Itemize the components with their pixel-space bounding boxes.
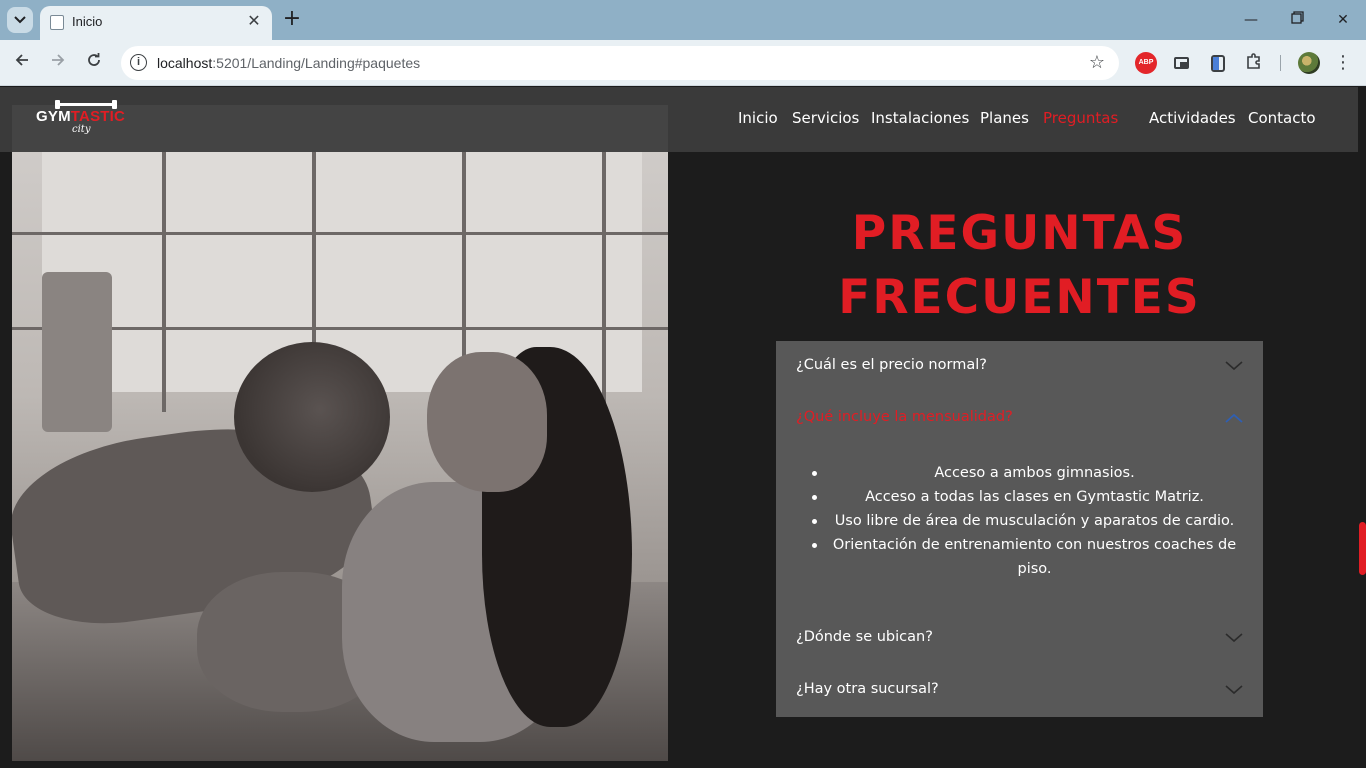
arrow-left-icon [15,54,28,66]
faq-item-precio[interactable]: ¿Cuál es el precio normal? [776,341,1263,393]
tab-search-button[interactable] [7,7,33,33]
faq-question-label: ¿Cuál es el precio normal? [796,357,987,373]
faq-question-label: ¿Hay otra sucursal? [796,681,939,697]
faq-question-label: ¿Qué incluye la mensualidad? [796,409,1013,425]
logo-text-red: TASTIC [70,108,126,125]
medicine-ball [234,342,390,492]
scrollbar-thumb[interactable] [1359,522,1366,575]
close-window-button[interactable]: ✕ [1328,8,1358,32]
url-path: :5201/Landing/Landing#paquetes [212,55,421,71]
list-item: Orientación de entrenamiento con nuestro… [796,533,1243,581]
window-frame [12,232,668,235]
faq-question-label: ¿Dónde se ubican? [796,629,933,645]
close-tab-icon[interactable]: ✕ [244,11,264,31]
restore-icon [1290,11,1304,24]
bookmark-star-icon[interactable]: ☆ [1089,52,1105,73]
browser-tab-strip: Inicio ✕ + — ✕ [0,0,1366,40]
arrow-right-icon [52,54,65,66]
url-text: localhost:5201/Landing/Landing#paquetes [157,55,420,71]
nav-contacto[interactable]: Contacto [1248,109,1316,127]
puzzle-icon [1247,53,1260,69]
browser-toolbar: i localhost:5201/Landing/Landing#paquete… [0,40,1366,86]
faq-item-ubicacion[interactable]: ¿Dónde se ubican? [776,613,1263,665]
forward-button[interactable] [46,51,70,75]
address-bar[interactable]: i localhost:5201/Landing/Landing#paquete… [121,46,1119,80]
toolbar-separator [1280,55,1281,71]
nav-planes[interactable]: Planes [980,109,1029,127]
chevron-up-icon [1225,413,1243,423]
url-host: localhost [157,55,213,71]
chevron-down-icon [14,16,26,24]
logo-text: GYMTASTIC [36,108,125,125]
logo-subtext: city [72,124,91,135]
web-page: GYMTASTIC city Inicio Servicios Instalac… [0,87,1366,768]
chevron-down-icon [1225,633,1243,643]
site-header: GYMTASTIC city Inicio Servicios Instalac… [0,87,1358,152]
list-item: Acceso a todas las clases en Gymtastic M… [796,485,1243,509]
chevron-down-icon [1225,685,1243,695]
reload-button[interactable] [82,51,106,75]
window-frame [162,152,166,412]
adblock-extension-icon[interactable]: ABP [1135,52,1157,74]
extensions-puzzle-icon[interactable] [1243,52,1265,74]
profile-avatar[interactable] [1298,52,1320,74]
figure-head [427,352,547,492]
minimize-button[interactable]: — [1236,8,1266,32]
nav-instalaciones[interactable]: Instalaciones [871,109,969,127]
nav-servicios[interactable]: Servicios [792,109,859,127]
restore-button[interactable] [1282,8,1312,32]
site-info-icon[interactable]: i [130,54,147,71]
page-icon [50,15,64,30]
browser-tab[interactable]: Inicio ✕ [40,6,272,40]
woman-with-medicine-ball-photo [12,152,668,761]
extension-icon[interactable] [1207,52,1229,74]
browser-menu-icon[interactable]: ⋮ [1333,51,1353,75]
dumbbell-bar [58,103,114,106]
faq-title-line1: PREGUNTAS [851,206,1188,261]
window-frame [602,152,606,412]
list-item: Acceso a ambos gimnasios. [796,461,1243,485]
picture-in-picture-icon[interactable] [1171,52,1193,74]
new-tab-button[interactable]: + [281,8,303,30]
back-button[interactable] [10,51,34,75]
chevron-down-icon [1225,361,1243,371]
faq-title: PREGUNTAS FRECUENTES [776,202,1263,330]
list-item: Uso libre de área de musculación y apara… [796,509,1243,533]
logo-text-white: GYM [36,108,71,125]
reload-icon [88,53,100,66]
faq-item-sucursal[interactable]: ¿Hay otra sucursal? [776,665,1263,717]
tab-title: Inicio [72,14,103,29]
faq-item-mensualidad[interactable]: ¿Qué incluye la mensualidad? [776,393,1263,445]
page-scrollbar[interactable] [1358,87,1366,768]
nav-inicio[interactable]: Inicio [738,109,778,127]
gym-machine [42,272,112,432]
nav-actividades[interactable]: Actividades [1149,109,1236,127]
faq-accordion: ¿Cuál es el precio normal? ¿Qué incluye … [776,341,1263,717]
faq-answer-list: Acceso a ambos gimnasios. Acceso a todas… [796,461,1243,581]
faq-title-line2: FRECUENTES [838,270,1201,325]
nav-preguntas[interactable]: Preguntas [1043,109,1118,127]
faq-answer-panel: Acceso a ambos gimnasios. Acceso a todas… [796,461,1243,581]
gymtastic-logo[interactable]: GYMTASTIC city [34,98,144,142]
